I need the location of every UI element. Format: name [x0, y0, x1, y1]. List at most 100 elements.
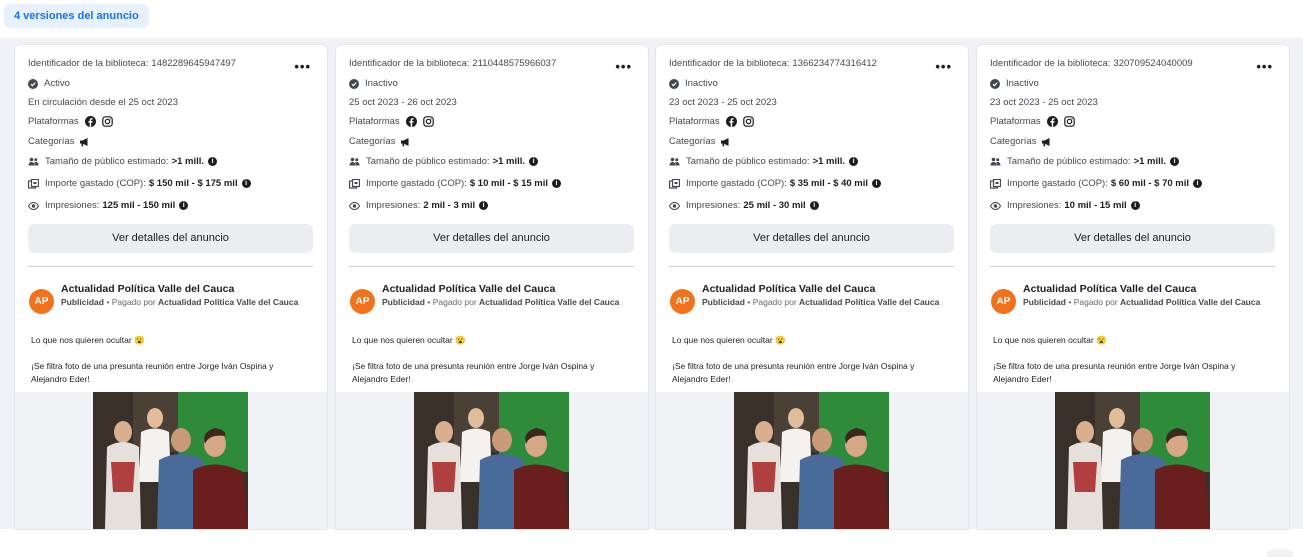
info-icon[interactable]: i [1130, 201, 1140, 210]
info-icon[interactable]: i [479, 201, 489, 210]
divider [669, 266, 954, 267]
run-dates: 23 oct 2023 - 25 oct 2023 [990, 97, 1098, 108]
library-id-row: Identificador de la biblioteca: 21104485… [349, 58, 556, 69]
info-icon[interactable]: i [849, 157, 859, 166]
audience-row: Tamaño de público estimado: >1 mill. i [28, 156, 218, 167]
ad-photo[interactable] [414, 392, 569, 529]
sponsored-line: Publicidad • Pagado por Actualidad Polít… [1023, 296, 1273, 309]
categories-row: Categorías [349, 136, 417, 147]
info-icon[interactable]: i [529, 157, 539, 166]
info-icon[interactable]: i [1193, 179, 1203, 188]
ad-body-line-2: ¡Se filtra foto de una presunta reunión … [352, 361, 595, 384]
status-row: Inactivo [349, 78, 398, 89]
eye-icon [990, 201, 1001, 210]
platforms-row: Plataformas [669, 116, 760, 127]
info-icon[interactable]: i [179, 201, 189, 210]
versions-count-badge[interactable]: 4 versiones del anuncio [4, 4, 149, 28]
page-name-link[interactable]: Actualidad Política Valle del Cauca [382, 283, 555, 295]
eye-icon [349, 201, 360, 210]
spend-row: Importe gastado (COP): $ 10 mil - $ 15 m… [349, 178, 562, 189]
library-id-value: 2110448575966037 [472, 58, 557, 69]
audience-label: Tamaño de público estimado: [1007, 156, 1131, 167]
sponsored-line: Publicidad • Pagado por Actualidad Polít… [61, 296, 311, 309]
eye-icon [669, 201, 680, 210]
ad-photo[interactable] [93, 392, 248, 529]
spend-value: $ 150 mil - $ 175 mil [148, 178, 238, 189]
page-avatar[interactable]: AP [350, 289, 375, 314]
audience-label: Tamaño de público estimado: [366, 156, 490, 167]
library-id-value: 320709524040009 [1113, 58, 1193, 69]
people-icon [28, 157, 39, 166]
page-name-link[interactable]: Actualidad Política Valle del Cauca [61, 283, 234, 295]
divider [990, 266, 1275, 267]
see-ad-details-button[interactable]: Ver detalles del anuncio [349, 224, 634, 253]
audience-value: >1 mill. [492, 156, 526, 167]
audience-row: Tamaño de público estimado: >1 mill. i [349, 156, 539, 167]
info-icon[interactable]: i [208, 157, 218, 166]
run-dates: 25 oct 2023 - 26 oct 2023 [349, 97, 457, 108]
facebook-icon [1046, 116, 1058, 127]
sponsored-label: Publicidad [382, 297, 425, 307]
page-avatar[interactable]: AP [991, 289, 1016, 314]
scroll-up-button[interactable] [1267, 549, 1293, 557]
ad-body-line-1: Lo que nos quieren ocultar 😮 [31, 335, 145, 345]
facebook-icon [405, 116, 417, 127]
audience-value: >1 mill. [171, 156, 205, 167]
ad-photo[interactable] [734, 392, 889, 529]
ad-card-2: Identificador de la biblioteca: 21104485… [336, 45, 648, 529]
run-dates: 23 oct 2023 - 25 oct 2023 [669, 97, 777, 108]
platforms-row: Plataformas [990, 116, 1081, 127]
impressions-row: Impresiones: 125 mil - 150 mil i [28, 200, 189, 211]
impressions-value: 2 mil - 3 mil [423, 200, 476, 211]
impressions-value: 25 mil - 30 mil [743, 200, 806, 211]
see-ad-details-button[interactable]: Ver detalles del anuncio [990, 224, 1275, 253]
more-options-button[interactable]: ••• [1256, 59, 1273, 74]
more-options-button[interactable]: ••• [294, 59, 311, 74]
categories-label: Categorías [669, 136, 716, 147]
people-icon [349, 157, 360, 166]
library-id-value: 1366234774316412 [792, 58, 877, 69]
ad-photo[interactable] [1055, 392, 1210, 529]
spend-label: Importe gastado (COP): [45, 178, 146, 189]
audience-value: >1 mill. [812, 156, 846, 167]
money-icon [28, 178, 39, 189]
paid-by-value: Actualidad Política Valle del Cauca [799, 297, 940, 307]
dates-row: En circulación desde el 25 oct 2023 [28, 97, 178, 108]
platforms-label: Plataformas [349, 116, 400, 127]
info-icon[interactable]: i [872, 179, 882, 188]
status-text: Inactivo [1006, 78, 1039, 89]
instagram-icon [422, 116, 434, 127]
ad-body-line-2: ¡Se filtra foto de una presunta reunión … [31, 361, 274, 384]
divider [28, 266, 313, 267]
see-ad-details-button[interactable]: Ver detalles del anuncio [28, 224, 313, 253]
audience-row: Tamaño de público estimado: >1 mill. i [990, 156, 1180, 167]
dates-row: 23 oct 2023 - 25 oct 2023 [990, 97, 1098, 108]
page-avatar[interactable]: AP [670, 289, 695, 314]
info-icon[interactable]: i [241, 179, 251, 188]
info-icon[interactable]: i [809, 201, 819, 210]
page-avatar[interactable]: AP [29, 289, 54, 314]
facebook-icon [84, 116, 96, 127]
page-name-link[interactable]: Actualidad Política Valle del Cauca [702, 283, 875, 295]
megaphone-icon [720, 137, 731, 147]
check-circle-icon [28, 78, 38, 89]
platforms-row: Plataformas [349, 116, 440, 127]
megaphone-icon [400, 137, 411, 147]
info-icon[interactable]: i [552, 179, 562, 188]
check-circle-icon [349, 78, 359, 89]
more-options-button[interactable]: ••• [615, 59, 632, 74]
more-options-button[interactable]: ••• [935, 59, 952, 74]
impressions-label: Impresiones: [1007, 200, 1062, 211]
impressions-value: 10 mil - 15 mil [1064, 200, 1127, 211]
status-text: Inactivo [685, 78, 718, 89]
people-icon [990, 157, 1001, 166]
paid-by-label: Pagado por [111, 297, 156, 307]
info-icon[interactable]: i [1170, 157, 1180, 166]
categories-row: Categorías [669, 136, 737, 147]
see-ad-details-button[interactable]: Ver detalles del anuncio [669, 224, 954, 253]
library-id-row: Identificador de la biblioteca: 13662347… [669, 58, 877, 69]
categories-label: Categorías [28, 136, 75, 147]
library-id-label: Identificador de la biblioteca: [990, 58, 1111, 69]
status-row: Inactivo [990, 78, 1039, 89]
page-name-link[interactable]: Actualidad Política Valle del Cauca [1023, 283, 1196, 295]
